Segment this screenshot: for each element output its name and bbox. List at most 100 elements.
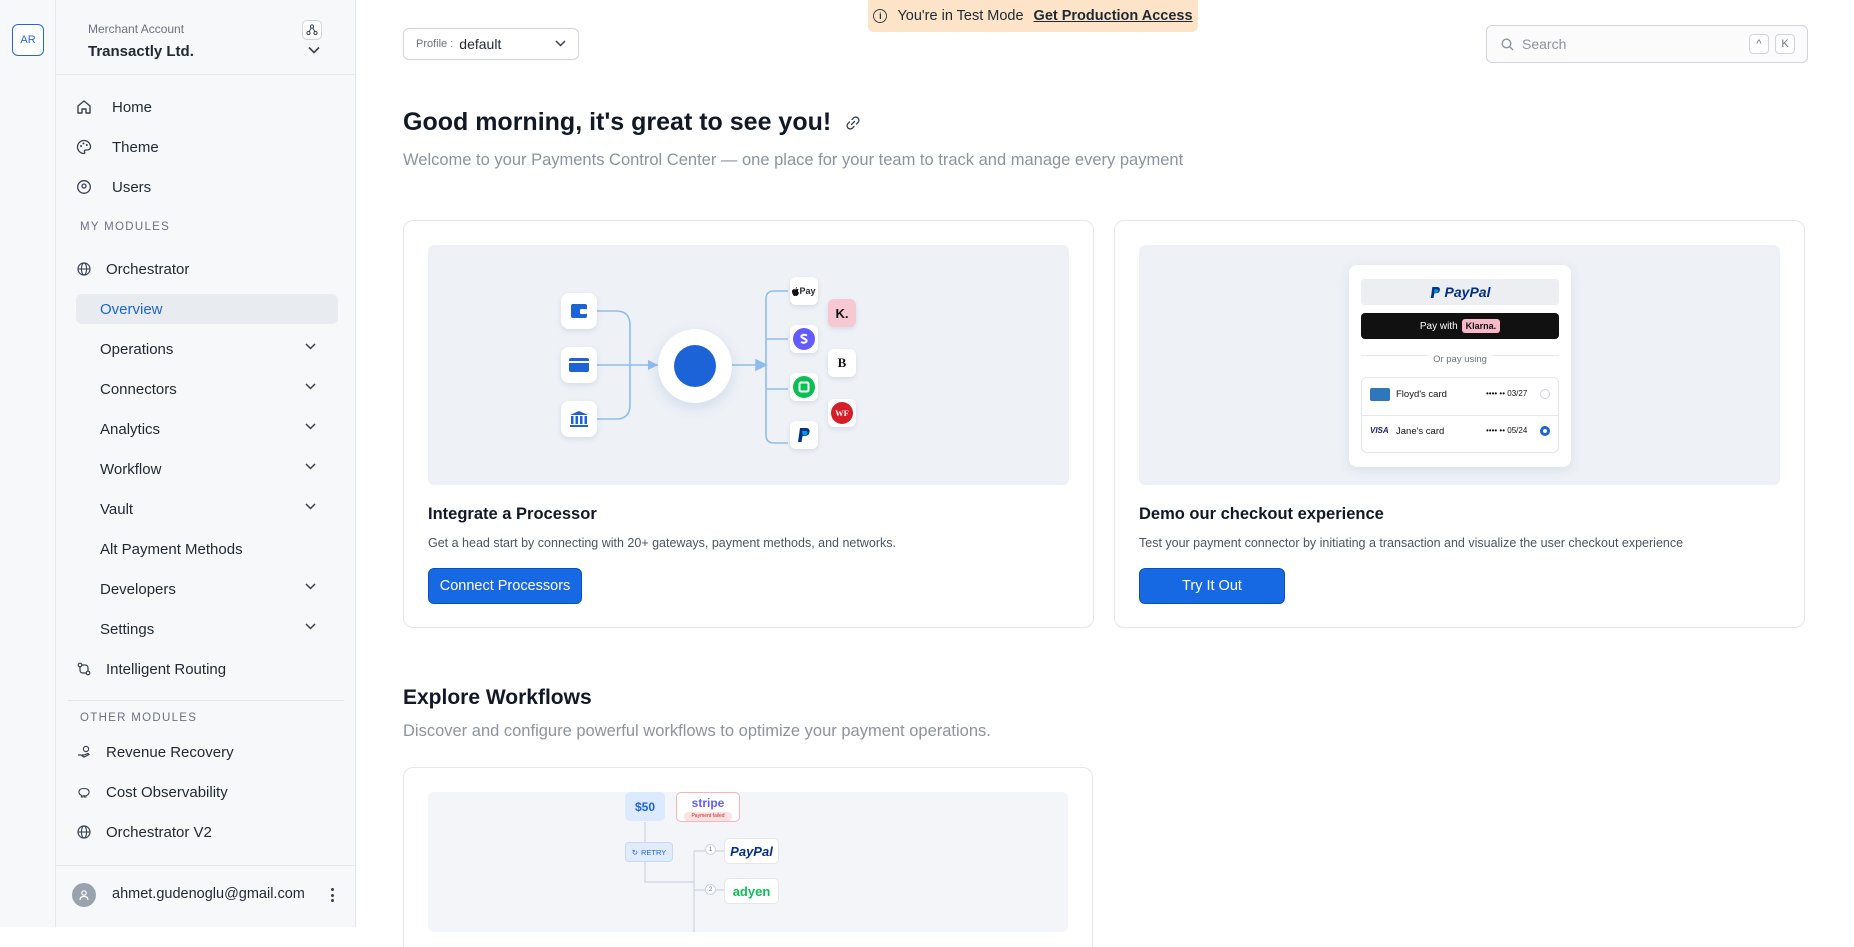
sidebar-item-developers[interactable]: Developers [76, 574, 338, 604]
step-1-badge: 1 [705, 844, 716, 855]
workspace-avatar[interactable]: AR [12, 24, 44, 56]
sidebar-item-label: Alt Payment Methods [100, 540, 243, 558]
sidebar-item-connectors[interactable]: Connectors [76, 374, 338, 404]
checkout-illustration: PayPal Pay with Klarna. Or pay using Flo… [1139, 245, 1780, 485]
chevron-down-icon [305, 423, 316, 430]
or-pay-using-row: Or pay using [1349, 349, 1571, 367]
chevron-down-icon[interactable] [308, 46, 320, 54]
amount-badge: $50 [625, 792, 665, 821]
sidebar-item-revenue-recovery[interactable]: Revenue Recovery [76, 737, 338, 767]
sidebar-item-label: Developers [100, 580, 176, 598]
main-content: i You're in Test Mode Get Production Acc… [357, 0, 1854, 947]
hyperswitch-logo-icon [658, 329, 732, 403]
globe-icon [76, 824, 92, 840]
b-logo-icon: B [828, 349, 856, 377]
search-box[interactable]: ^ K [1486, 25, 1808, 63]
try-it-out-button[interactable]: Try It Out [1139, 568, 1285, 604]
step-2-badge: 2 [705, 884, 716, 895]
sidebar-item-theme[interactable]: Theme [76, 132, 338, 162]
b-logo-text: B [837, 355, 847, 370]
sidebar-item-operations[interactable]: Operations [76, 334, 338, 364]
klarna-badge: Klarna. [1461, 319, 1501, 333]
sidebar-item-alt-payment-methods[interactable]: Alt Payment Methods [76, 534, 338, 564]
connector-lines [594, 290, 788, 444]
checkout-widget: PayPal Pay with Klarna. Or pay using Flo… [1349, 265, 1571, 467]
palette-icon [76, 139, 92, 155]
merchant-name: Transactly Ltd. [88, 43, 194, 60]
retry-badge: ↻ RETRY [625, 842, 673, 862]
payment-failed-badge: Payment failed [684, 812, 732, 821]
test-mode-banner: i You're in Test Mode Get Production Acc… [868, 0, 1198, 32]
adyen-logo-icon [790, 373, 818, 401]
card1-radio [1540, 389, 1550, 399]
pay-with-text: Pay with [1419, 320, 1458, 332]
section-my-modules: MY MODULES [80, 221, 171, 233]
card-description: Get a head start by connecting with 20+ … [428, 536, 896, 550]
profile-value: default [459, 36, 502, 52]
demo-checkout-card: PayPal Pay with Klarna. Or pay using Flo… [1114, 220, 1805, 628]
greeting-title: Good morning, it's great to see you! [403, 108, 861, 137]
processor-illustration: Pay K. B WF [428, 245, 1069, 485]
sidebar-item-label: Intelligent Routing [106, 660, 227, 678]
get-production-access-link[interactable]: Get Production Access [1034, 8, 1193, 24]
user-profile[interactable]: ahmet.gudenoglu@gmail.com [56, 865, 355, 927]
profile-select[interactable]: Profile : default [403, 28, 579, 60]
sidebar-item-overview[interactable]: Overview [76, 294, 338, 324]
paypal-node: PayPal [724, 838, 779, 864]
wf-logo-text: WF [831, 402, 853, 424]
sidebar-item-settings[interactable]: Settings [76, 614, 338, 644]
sidebar-item-label: Operations [100, 340, 174, 358]
chevron-down-icon [305, 503, 316, 510]
more-options-icon[interactable] [326, 885, 338, 905]
connect-processors-button[interactable]: Connect Processors [428, 568, 582, 604]
greeting-title-text: Good morning, it's great to see you! [403, 108, 832, 136]
bank-icon [561, 401, 597, 437]
retry-icon: ↻ [631, 847, 638, 857]
retry-text: RETRY [641, 847, 667, 857]
wells-fargo-logo-icon: WF [828, 399, 856, 427]
workflow-card: $50 stripe Payment failed ↻ RETRY 1 PayPa… [403, 767, 1093, 947]
route-icon [76, 661, 92, 677]
users-icon [76, 179, 92, 195]
sidebar-item-home[interactable]: Home [76, 92, 338, 122]
workflow-illustration: $50 stripe Payment failed ↻ RETRY 1 PayPa… [428, 792, 1068, 932]
paypal-button: PayPal [1361, 279, 1559, 305]
sidebar-item-users[interactable]: Users [76, 172, 338, 202]
org-switch-icon[interactable] [302, 20, 322, 40]
search-input[interactable] [1522, 36, 1722, 52]
stripe-node: stripe Payment failed [676, 792, 740, 822]
user-email: ahmet.gudenoglu@gmail.com [112, 886, 305, 902]
klarna-logo-icon: K. [828, 299, 856, 327]
sidebar-item-vault[interactable]: Vault [76, 494, 338, 524]
sidebar: Merchant Account Transactly Ltd. Home Th… [56, 0, 356, 927]
sidebar-item-label: Vault [100, 500, 134, 518]
card-title: Demo our checkout experience [1139, 505, 1384, 523]
sidebar-item-label: Home [112, 98, 153, 116]
sidebar-item-label: Analytics [100, 420, 161, 438]
sidebar-item-orchestrator-v2[interactable]: Orchestrator V2 [76, 817, 338, 847]
or-pay-using-text: Or pay using [1427, 354, 1493, 365]
sidebar-item-label: Theme [112, 138, 159, 156]
saved-cards-list: Floyd's card •••• •• 03/27 VISA Jane's c… [1361, 377, 1559, 453]
apple-pay-icon: Pay [790, 277, 818, 305]
card2-radio [1540, 426, 1550, 436]
merchant-switcher[interactable]: Merchant Account Transactly Ltd. [56, 0, 355, 75]
sidebar-item-label: Settings [100, 620, 155, 638]
divider [1362, 415, 1558, 416]
stripe-logo-icon [790, 325, 818, 353]
sidebar-item-workflow[interactable]: Workflow [76, 454, 338, 484]
card2-name: Jane's card [1396, 426, 1445, 437]
sidebar-item-cost-observability[interactable]: Cost Observability [76, 777, 338, 807]
sidebar-divider [68, 700, 344, 701]
sidebar-item-analytics[interactable]: Analytics [76, 414, 338, 444]
section-other-modules: OTHER MODULES [80, 712, 198, 724]
sidebar-item-label: Workflow [100, 460, 162, 478]
explore-workflows-subtitle: Discover and configure powerful workflow… [403, 722, 991, 740]
stripe-text: stripe [691, 796, 725, 810]
sidebar-item-intelligent-routing[interactable]: Intelligent Routing [76, 654, 338, 684]
search-icon [1501, 37, 1514, 50]
link-icon[interactable] [845, 115, 861, 131]
globe-icon [76, 261, 92, 277]
paypal-logo-icon [790, 421, 818, 449]
sidebar-item-orchestrator[interactable]: Orchestrator [76, 254, 338, 284]
